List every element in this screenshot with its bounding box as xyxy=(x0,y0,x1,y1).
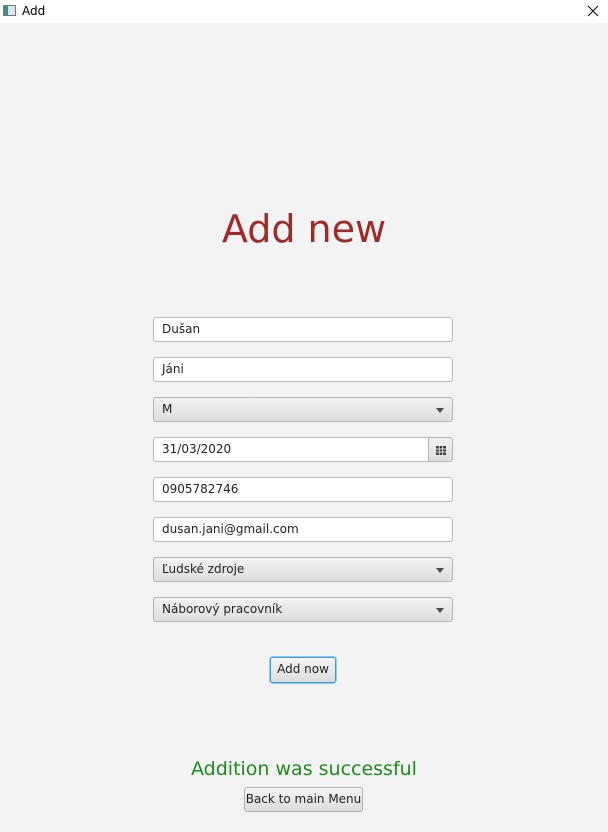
birth-date-picker: 31/03/2020 xyxy=(153,437,453,462)
chevron-down-icon xyxy=(436,408,444,413)
gender-select-value: M xyxy=(162,402,173,416)
chevron-down-icon xyxy=(436,568,444,573)
calendar-button[interactable] xyxy=(428,437,453,462)
gender-select[interactable]: M xyxy=(153,397,453,422)
title-bar: Add xyxy=(0,0,608,23)
app-window-icon xyxy=(3,5,16,16)
close-button[interactable] xyxy=(578,0,608,23)
phone-field[interactable]: 0905782746 xyxy=(153,477,453,502)
close-icon xyxy=(587,5,599,17)
window-title: Add xyxy=(22,4,46,18)
chevron-down-icon xyxy=(436,608,444,613)
department-select[interactable]: Ľudské zdroje xyxy=(153,557,453,582)
position-select-value: Náborový pracovník xyxy=(162,602,283,616)
status-message: Addition was successful xyxy=(191,758,417,780)
page-title: Add new xyxy=(221,207,387,251)
calendar-icon xyxy=(436,446,446,455)
add-window: Add Add new Dušan Jáni M 31/03/2020 0905… xyxy=(0,0,608,832)
add-now-button[interactable]: Add now xyxy=(270,657,336,683)
position-select[interactable]: Náborový pracovník xyxy=(153,597,453,622)
back-to-main-menu-button[interactable]: Back to main Menu xyxy=(244,787,363,812)
birth-date-field[interactable]: 31/03/2020 xyxy=(153,437,429,462)
last-name-field[interactable]: Jáni xyxy=(153,357,453,382)
department-select-value: Ľudské zdroje xyxy=(162,562,245,576)
email-field[interactable]: dusan.jani@gmail.com xyxy=(153,517,453,542)
first-name-field[interactable]: Dušan xyxy=(153,317,453,342)
